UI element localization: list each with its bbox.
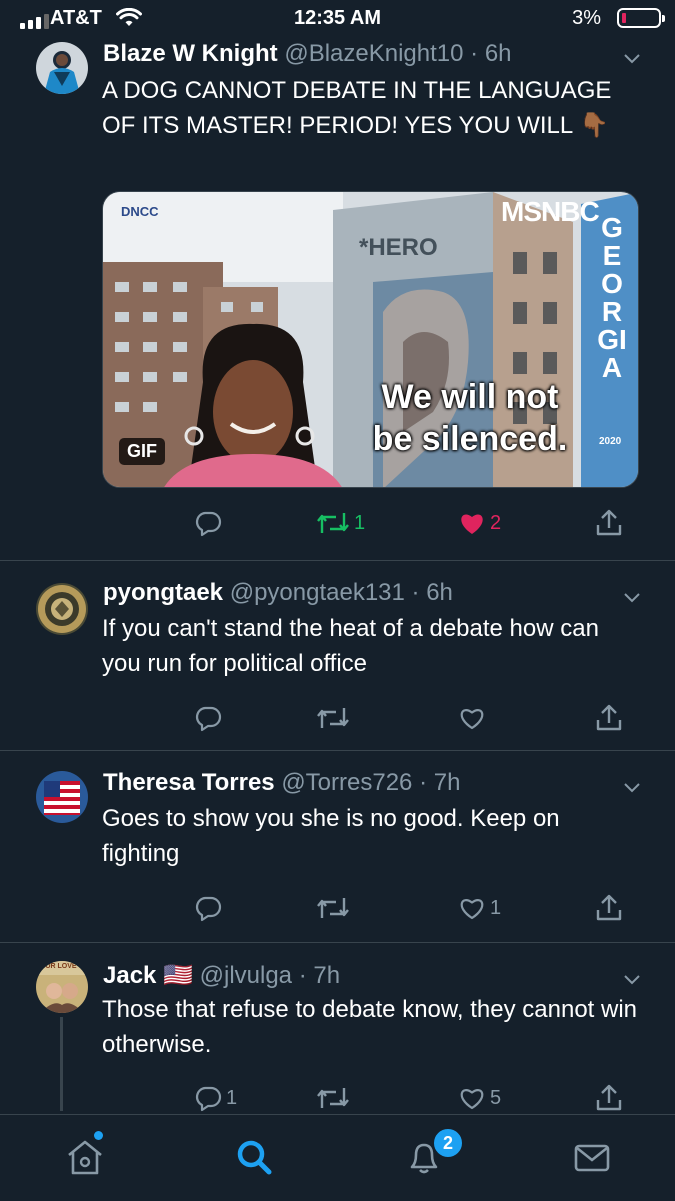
avatar[interactable] xyxy=(36,583,88,635)
heart-filled-icon xyxy=(461,514,483,534)
gif-caption: We will not be silenced. xyxy=(345,376,595,460)
corner-text: 2020 xyxy=(599,436,622,447)
chevron-down-icon[interactable] xyxy=(622,48,642,68)
chevron-down-icon[interactable] xyxy=(622,969,642,989)
share-icon xyxy=(596,894,622,921)
reply-button[interactable] xyxy=(194,508,226,538)
share-icon xyxy=(596,1084,622,1111)
reply-button[interactable] xyxy=(194,893,226,923)
retweet-button[interactable]: 1 xyxy=(316,508,365,538)
timestamp: 7h xyxy=(433,769,461,796)
handle[interactable]: @jlvulga xyxy=(200,962,292,989)
handle[interactable]: @Torres726 xyxy=(281,769,412,796)
like-button[interactable]: 1 xyxy=(458,893,501,923)
tweet-header: Theresa Torres @Torres726 · 7h xyxy=(103,769,461,796)
reply-count: 1 xyxy=(226,1086,238,1109)
like-count: 5 xyxy=(490,1086,502,1109)
like-button[interactable] xyxy=(458,703,490,733)
tweet-actions xyxy=(0,703,675,733)
retweet-icon xyxy=(317,513,349,533)
share-button[interactable] xyxy=(594,1083,624,1113)
retweet-button[interactable] xyxy=(316,893,354,923)
tweet-actions: 1 5 xyxy=(0,1083,675,1113)
like-button[interactable]: 2 xyxy=(458,508,501,538)
home-icon xyxy=(68,1140,102,1175)
avatar[interactable]: OUR LOVE xyxy=(36,961,88,1013)
avatar[interactable] xyxy=(36,771,88,823)
like-button[interactable]: 5 xyxy=(458,1083,501,1113)
tweet-header: Blaze W Knight @BlazeKnight10 · 6h xyxy=(103,40,512,67)
share-icon xyxy=(596,704,622,731)
avatar-text: OUR LOVE xyxy=(40,963,77,970)
mural-text: *HERO xyxy=(359,234,438,261)
display-name[interactable]: pyongtaek xyxy=(103,579,223,606)
tweet-actions: 1 2 xyxy=(0,508,675,538)
share-button[interactable] xyxy=(594,703,624,733)
gif-media[interactable]: DNCC MSNBC *HERO GEORGIA 2020 We will no… xyxy=(102,191,639,488)
share-icon xyxy=(596,509,622,536)
tweet-text: Goes to show you she is no good. Keep on… xyxy=(102,805,560,867)
us-flag-icon: 🇺🇸 xyxy=(163,962,193,989)
reply-icon xyxy=(195,896,222,922)
search-icon xyxy=(237,1140,272,1175)
reply-button[interactable]: 1 xyxy=(194,1083,237,1113)
like-count: 1 xyxy=(490,896,502,919)
new-content-dot xyxy=(94,1131,103,1140)
retweet-button[interactable] xyxy=(316,1083,354,1113)
tweet[interactable]: OUR LOVE Jack 🇺🇸 @jlvulga · 7h Those tha… xyxy=(0,942,675,1115)
timestamp: 7h xyxy=(313,962,341,989)
display-name[interactable]: Jack xyxy=(103,962,156,989)
tab-bar: 2 xyxy=(0,1114,675,1201)
msnbc-logo: MSNBC xyxy=(501,196,600,227)
tweet-text: If you can't stand the heat of a debate … xyxy=(102,615,599,677)
share-button[interactable] xyxy=(594,508,624,538)
handle[interactable]: @BlazeKnight10 xyxy=(284,40,463,67)
tweet-text: A DOG CANNOT DEBATE IN THE LANGUAGE OF I… xyxy=(102,77,612,139)
timestamp: 6h xyxy=(426,579,453,606)
tweet[interactable]: pyongtaek @pyongtaek131 · 6h If you can'… xyxy=(0,560,675,751)
chevron-down-icon[interactable] xyxy=(622,777,642,797)
retweet-icon xyxy=(317,898,349,918)
reply-icon xyxy=(195,706,222,732)
tweet-header: pyongtaek @pyongtaek131 · 6h xyxy=(103,579,453,606)
tweet-header: Jack 🇺🇸 @jlvulga · 7h xyxy=(103,962,341,989)
tab-messages[interactable] xyxy=(572,1137,612,1182)
dncc-logo: DNCC xyxy=(121,204,159,219)
tab-home[interactable] xyxy=(64,1137,106,1182)
like-count: 2 xyxy=(490,511,502,534)
caption-line: We will not xyxy=(381,378,559,416)
notifications-badge: 2 xyxy=(432,1127,464,1159)
handle[interactable]: @pyongtaek131 xyxy=(230,579,405,606)
retweet-button[interactable] xyxy=(316,703,354,733)
retweet-count: 1 xyxy=(354,511,366,534)
display-name[interactable]: Blaze W Knight xyxy=(103,40,278,67)
reply-icon xyxy=(195,1086,222,1112)
tweet[interactable]: Blaze W Knight @BlazeKnight10 · 6h A DOG… xyxy=(0,0,675,560)
tweet-actions: 1 xyxy=(0,893,675,923)
heart-icon xyxy=(460,1089,484,1110)
banner-text: GEORGIA xyxy=(597,212,627,383)
tab-search[interactable] xyxy=(234,1137,274,1182)
heart-icon xyxy=(460,709,484,730)
share-button[interactable] xyxy=(594,893,624,923)
envelope-icon xyxy=(574,1144,610,1172)
display-name[interactable]: Theresa Torres xyxy=(103,769,275,796)
chevron-down-icon[interactable] xyxy=(622,587,642,607)
reply-icon xyxy=(195,511,222,537)
timestamp: 6h xyxy=(484,40,512,67)
reply-button[interactable] xyxy=(194,703,226,733)
caption-line: be silenced. xyxy=(372,420,568,458)
heart-icon xyxy=(460,899,484,920)
avatar[interactable] xyxy=(36,42,88,94)
retweet-icon xyxy=(317,1088,349,1108)
retweet-icon xyxy=(317,708,349,728)
tweet[interactable]: Theresa Torres @Torres726 · 7h Goes to s… xyxy=(0,750,675,943)
tweet-text: Those that refuse to debate know, they c… xyxy=(102,996,638,1058)
gif-badge: GIF xyxy=(119,438,165,465)
